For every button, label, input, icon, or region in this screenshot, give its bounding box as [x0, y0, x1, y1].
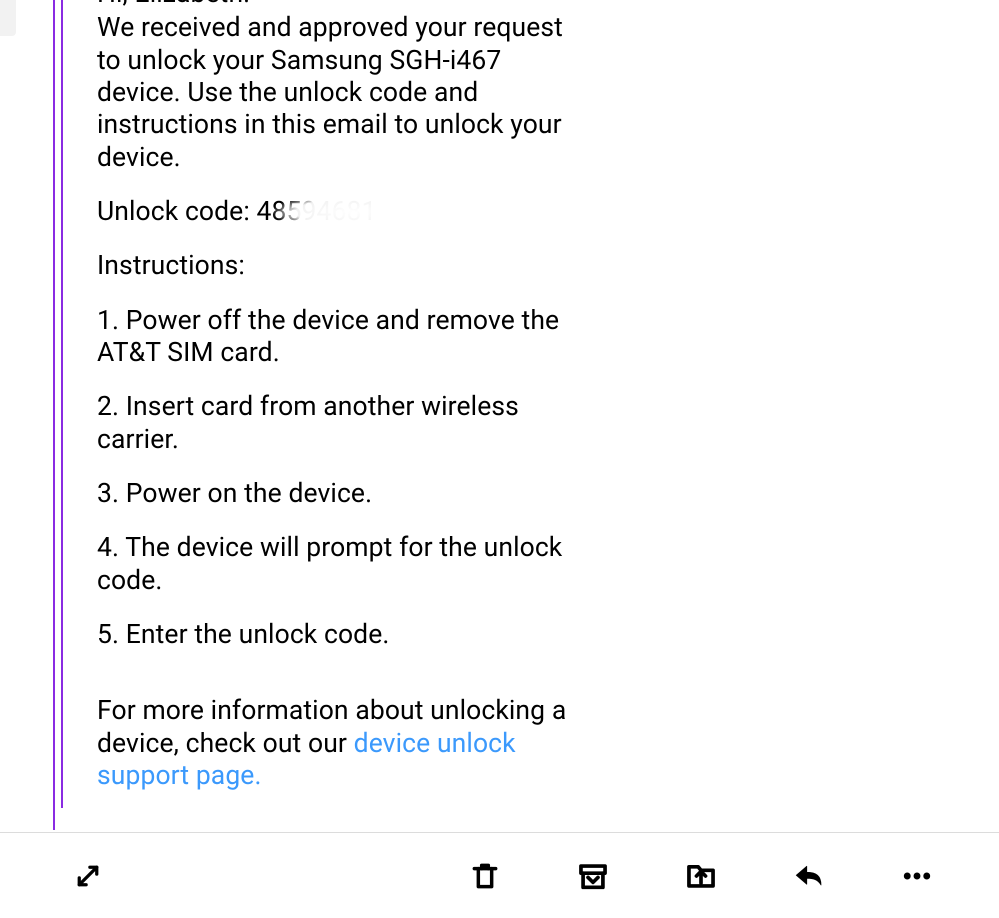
delete-button[interactable] — [463, 854, 507, 898]
quoted-message: Hi, Elizabeth. We received and approved … — [53, 0, 573, 830]
more-icon — [899, 858, 935, 894]
email-toolbar — [0, 832, 999, 918]
step-1: 1. Power off the device and remove the A… — [97, 305, 573, 370]
step-2: 2. Insert card from another wireless car… — [97, 391, 573, 456]
instructions-heading: Instructions: — [97, 250, 573, 282]
sidebar-edge-stub — [0, 0, 16, 36]
move-button[interactable] — [679, 854, 723, 898]
email-intro: We received and approved your request to… — [97, 12, 573, 174]
unlock-code-line: Unlock code: 48594681 — [97, 196, 377, 228]
archive-button[interactable] — [571, 854, 615, 898]
unlock-code-value: 48594681 — [257, 196, 377, 227]
expand-icon — [73, 861, 103, 891]
expand-button[interactable] — [66, 854, 110, 898]
step-3: 3. Power on the device. — [97, 478, 573, 510]
step-4: 4. The device will prompt for the unlock… — [97, 532, 573, 597]
archive-icon — [576, 859, 610, 893]
more-button[interactable] — [895, 854, 939, 898]
more-info-paragraph: For more information about unlocking a d… — [97, 695, 573, 792]
reply-icon — [791, 858, 827, 894]
reply-button[interactable] — [787, 854, 831, 898]
step-5: 5. Enter the unlock code. — [97, 619, 573, 651]
trash-icon — [469, 860, 501, 892]
move-to-icon — [684, 859, 718, 893]
unlock-code-label: Unlock code: — [97, 196, 250, 227]
email-greeting: Hi, Elizabeth. — [97, 0, 573, 10]
